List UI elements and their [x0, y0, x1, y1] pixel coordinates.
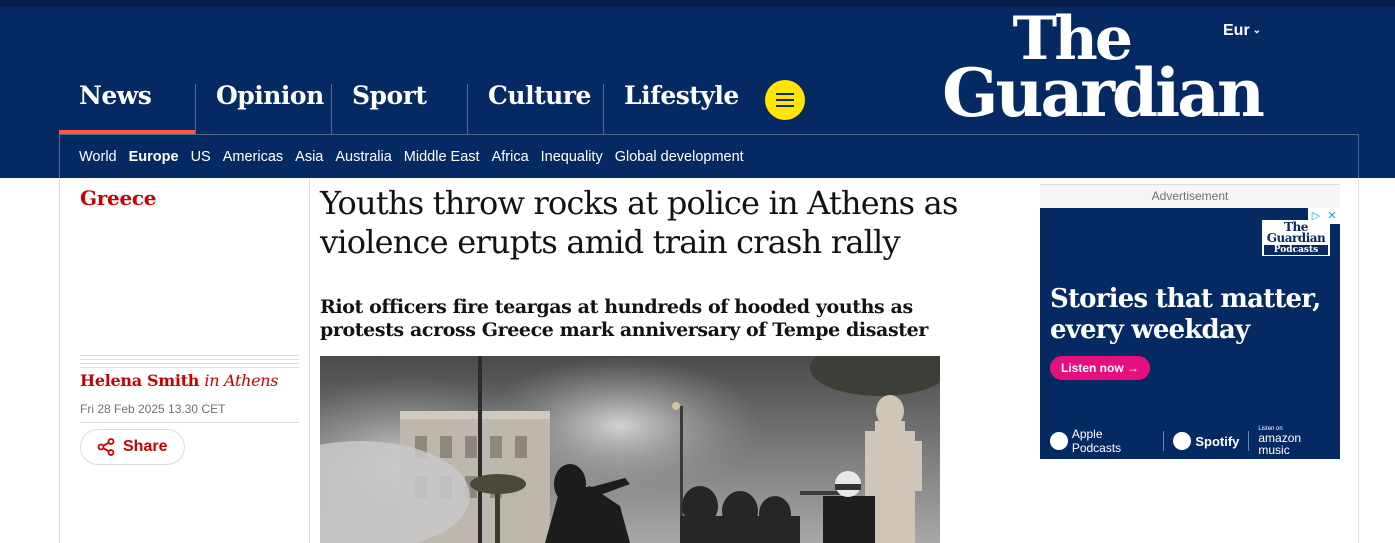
ad-label: Advertisement	[1151, 189, 1229, 203]
column-divider	[309, 178, 310, 543]
article-standfirst: Riot officers fire teargas at hundreds o…	[320, 296, 928, 341]
menu-button[interactable]	[765, 80, 805, 120]
pillar-label: Sport	[352, 81, 427, 110]
subnav-global-development[interactable]: Global development	[615, 149, 744, 165]
hero-image[interactable]	[320, 356, 940, 543]
byline: Helena Smith in Athens	[80, 371, 279, 390]
publish-date[interactable]: Fri 28 Feb 2025 13.30 CET	[80, 402, 225, 416]
logo-line2: Guardian	[942, 54, 1265, 132]
subnav-middle-east[interactable]: Middle East	[404, 149, 480, 165]
subnav-us[interactable]: US	[191, 149, 211, 165]
subnav-australia[interactable]: Australia	[335, 149, 391, 165]
subnav-africa[interactable]: Africa	[492, 149, 529, 165]
podcast-platforms: Apple Podcasts Spotify Listen on amazon …	[1050, 426, 1335, 456]
spotify-link[interactable]: Spotify	[1173, 432, 1239, 450]
hamburger-icon-bar	[776, 99, 794, 101]
share-label: Share	[123, 438, 168, 455]
subnav-americas[interactable]: Americas	[223, 149, 283, 165]
pillar-culture[interactable]: Culture	[467, 81, 603, 134]
hamburger-icon-bar	[776, 105, 794, 107]
podcast-ad[interactable]: ▷ ✕ The Guardian Podcasts Stories that m…	[1040, 208, 1340, 459]
subnav-inequality[interactable]: Inequality	[541, 149, 603, 165]
hamburger-icon	[776, 93, 794, 95]
pillar-opinion[interactable]: Opinion	[195, 81, 331, 134]
subnav-asia[interactable]: Asia	[295, 149, 323, 165]
pillar-nav: News Opinion Sport Culture Lifestyle	[59, 81, 739, 134]
pillar-label: Opinion	[216, 81, 324, 110]
masthead: Eur ⌄ The Guardian News Opinion Sport Cul…	[0, 0, 1395, 178]
share-button[interactable]: Share	[80, 429, 185, 465]
author-location: in Athens	[204, 371, 279, 390]
guardian-logo[interactable]: The Guardian	[932, 9, 1265, 132]
spotify-icon	[1173, 432, 1192, 450]
divider-line	[80, 367, 299, 368]
listen-now-button[interactable]: Listen now →	[1050, 356, 1150, 380]
apple-podcasts-label: Apple Podcasts	[1071, 427, 1122, 455]
podcast-logo-line3: Podcasts	[1264, 245, 1328, 255]
spotify-label: Spotify	[1195, 433, 1240, 449]
divider-line	[80, 359, 299, 360]
meta-divider	[80, 422, 299, 423]
share-icon	[97, 438, 115, 456]
amazon-music-label: Listen on amazon music	[1258, 426, 1335, 456]
section-tag[interactable]: Greece	[80, 186, 156, 210]
pillar-label: Lifestyle	[624, 81, 739, 110]
top-strip	[0, 0, 1395, 7]
platform-divider	[1248, 431, 1250, 451]
pillar-lifestyle[interactable]: Lifestyle	[603, 81, 739, 134]
amazon-music-name: amazon music	[1258, 431, 1302, 457]
subnav-world[interactable]: World	[79, 149, 117, 165]
divider-line	[80, 355, 299, 356]
ad-headline: Stories that matter, every weekday	[1050, 284, 1321, 345]
podcast-logo-line2: Guardian	[1266, 231, 1326, 245]
author-link[interactable]: Helena Smith	[80, 371, 199, 390]
guardian-podcasts-logo: The Guardian Podcasts	[1262, 220, 1330, 256]
pillar-news[interactable]: News	[59, 81, 195, 134]
apple-podcasts-icon	[1050, 432, 1068, 450]
subnav-europe[interactable]: Europe	[129, 149, 179, 165]
divider-line	[80, 363, 299, 364]
platform-divider	[1163, 431, 1165, 451]
pillar-label: Culture	[488, 81, 591, 110]
sub-navigation: World Europe US Americas Asia Australia …	[59, 134, 1359, 178]
amazon-music-link[interactable]: Listen on amazon music	[1258, 426, 1335, 456]
apple-podcasts-link[interactable]: Apple Podcasts	[1050, 427, 1154, 455]
meta-divider-lines	[80, 355, 299, 371]
pillar-sport[interactable]: Sport	[331, 81, 467, 134]
pillar-label: News	[79, 81, 152, 110]
article-headline: Youths throw rocks at police in Athens a…	[320, 184, 958, 261]
advertisement-slot: Advertisement ▷ ✕ The Guardian Podcasts …	[1040, 184, 1340, 459]
protest-photo	[320, 356, 940, 543]
